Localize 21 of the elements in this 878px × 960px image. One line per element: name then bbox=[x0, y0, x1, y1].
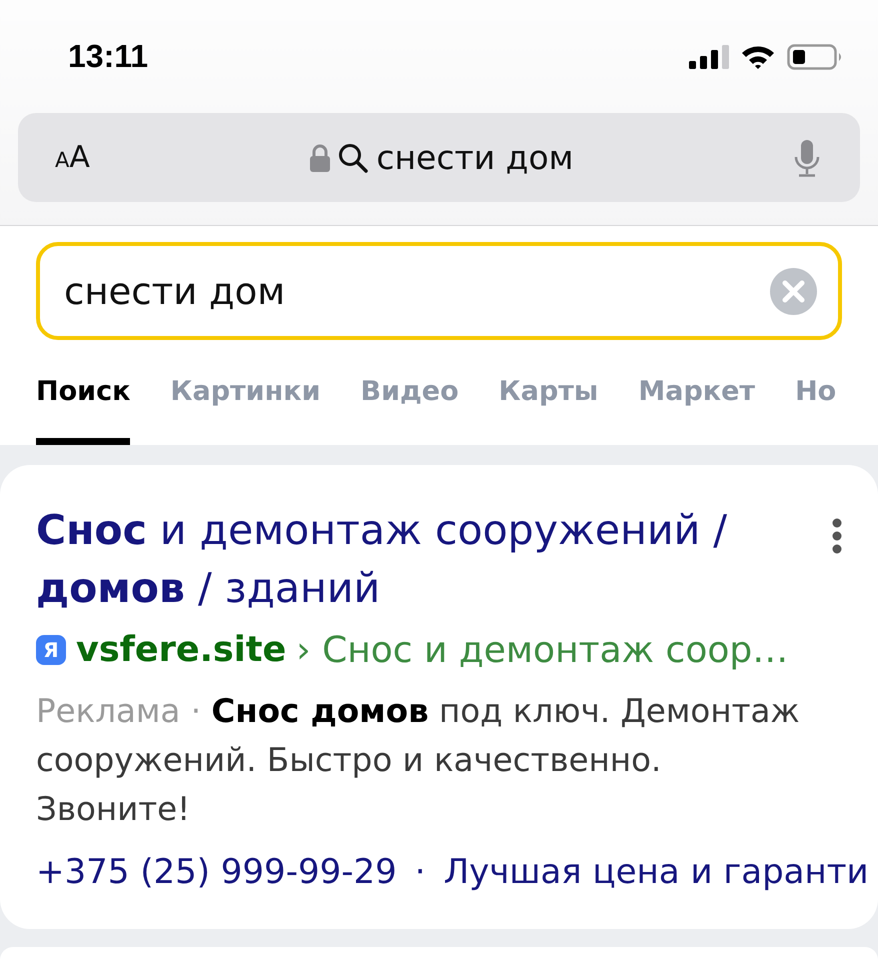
breadcrumb-link[interactable]: › Снос и демонтаж соор… bbox=[296, 630, 788, 670]
sitelink[interactable]: Лучшая цена и гаранти bbox=[444, 852, 869, 892]
result-title-link[interactable]: Снос и демонтаж сооружений / домов / зданий bbox=[36, 501, 812, 617]
address-text[interactable]: снести дом bbox=[376, 138, 574, 177]
text-size-button[interactable]: AA bbox=[55, 142, 90, 172]
separator-dot: · bbox=[414, 852, 426, 892]
search-field[interactable]: снести дом bbox=[36, 242, 842, 340]
search-icon bbox=[338, 142, 368, 172]
status-time: 13:11 bbox=[68, 38, 148, 75]
site-logo: Я bbox=[36, 635, 66, 665]
nav-tab[interactable]: Поиск bbox=[36, 375, 130, 445]
ad-snippet-text: Реклама · Снос домов под ключ. Демонтаж сооружений. Быстро и качественно. Звоните! bbox=[36, 691, 801, 830]
phone-link[interactable]: +375 (25) 999-99-29 bbox=[36, 852, 397, 892]
more-icon[interactable] bbox=[832, 518, 842, 554]
signal-icon bbox=[689, 44, 729, 68]
wifi-icon bbox=[741, 44, 775, 68]
clear-icon[interactable] bbox=[770, 268, 817, 314]
site-domain-link[interactable]: vsfere.site bbox=[76, 630, 286, 670]
microphone-icon[interactable] bbox=[794, 138, 820, 176]
lock-icon bbox=[310, 144, 330, 172]
battery-icon bbox=[787, 44, 843, 70]
